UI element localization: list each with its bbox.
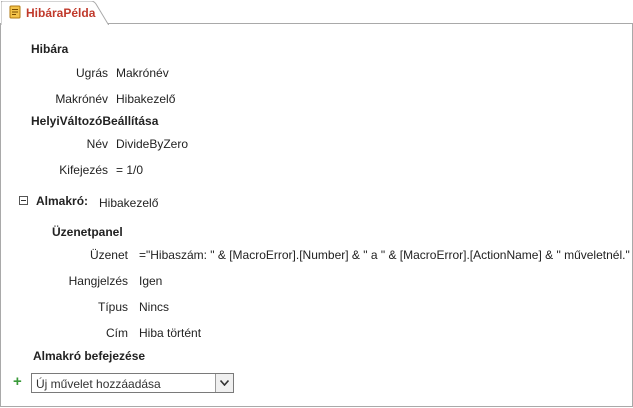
arg-value-ugras[interactable]: Makrónév: [116, 66, 169, 80]
arg-value-nev[interactable]: DivideByZero: [116, 137, 188, 151]
arg-label-nev: Név: [86, 137, 108, 151]
arg-label-kifejezes: Kifejezés: [59, 163, 108, 177]
arg-value-hangjelzes[interactable]: Igen: [139, 274, 162, 288]
action-messagebox-title[interactable]: Üzenetpanel: [52, 225, 123, 239]
add-action-placeholder: Új művelet hozzáadása: [36, 377, 161, 391]
submacro-name-value[interactable]: Hibakezelő: [99, 196, 158, 210]
arg-value-cim[interactable]: Hiba történt: [139, 326, 201, 340]
arg-value-makronev[interactable]: Hibakezelő: [116, 92, 175, 106]
macro-designer-window: [0, 0, 633, 407]
submacro-label: Almakró:: [36, 194, 89, 208]
arg-label-makronev: Makrónév: [55, 92, 108, 106]
collapse-minus-icon[interactable]: [19, 196, 28, 205]
document-tab-strip: HibáraPélda: [0, 0, 633, 25]
macro-scroll-icon: [8, 5, 22, 19]
arg-label-uzenet: Üzenet: [89, 248, 128, 262]
action-setlocalvar-title[interactable]: HelyiVáltozóBeállítása: [31, 114, 158, 128]
arg-label-cim: Cím: [106, 326, 128, 340]
chevron-down-icon[interactable]: [215, 374, 233, 392]
end-submacro-label: Almakró befejezése: [33, 349, 146, 363]
arg-label-hangjelzes: Hangjelzés: [68, 274, 128, 288]
arg-value-kifejezes[interactable]: = 1/0: [116, 163, 143, 177]
add-plus-icon: +: [13, 373, 22, 390]
add-action-combobox[interactable]: Új művelet hozzáadása: [31, 373, 234, 393]
arg-label-ugras: Ugrás: [75, 66, 108, 80]
action-onerror-title[interactable]: Hibára: [31, 42, 68, 56]
tab-hibarapelda[interactable]: HibáraPélda: [1, 1, 109, 25]
arg-value-uzenet[interactable]: ="Hibaszám: " & [MacroError].[Number] & …: [139, 248, 630, 262]
tab-title: HibáraPélda: [26, 6, 96, 20]
arg-value-tipus[interactable]: Nincs: [139, 300, 169, 314]
arg-label-tipus: Típus: [97, 300, 128, 314]
